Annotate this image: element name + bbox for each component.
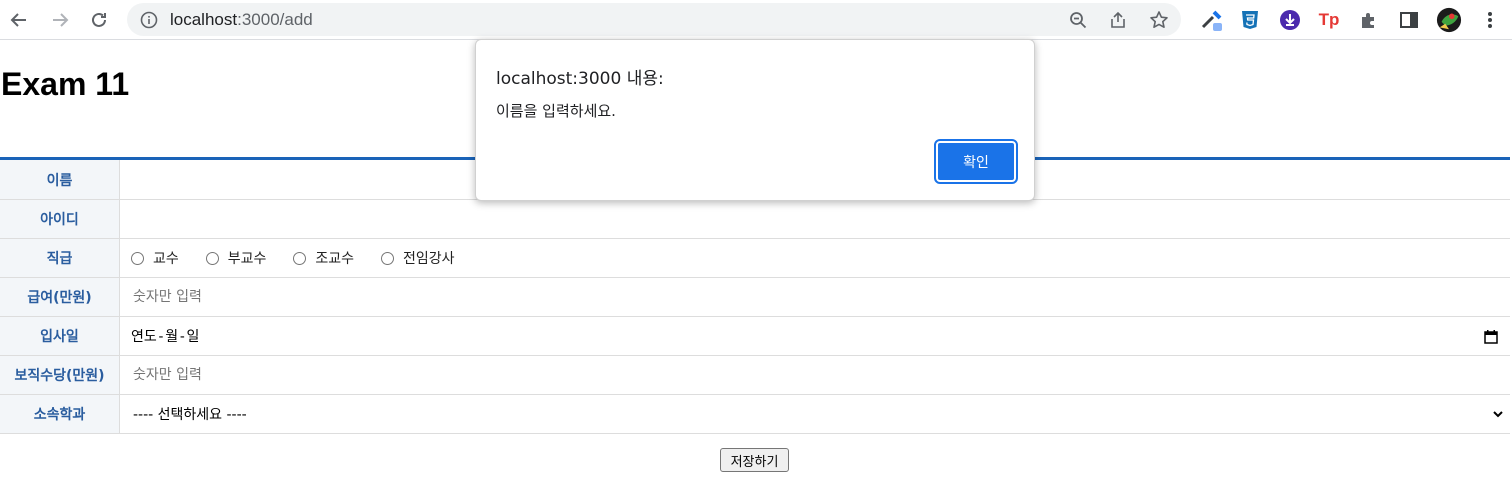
department-row: 소속학과 ---- 선택하세요 ---- (0, 395, 1510, 434)
radio-label: 조교수 (315, 251, 355, 267)
alert-dialog: localhost:3000 내용: 이름을 입력하세요. 확인 (475, 39, 1035, 201)
radio-label: 전임강사 (403, 251, 455, 267)
hire-date-row: 입사일 연도-월-일 (0, 317, 1510, 356)
profile-avatar-icon[interactable] (1436, 7, 1462, 33)
save-button[interactable]: 저장하기 (720, 448, 789, 472)
radio-associate-professor[interactable]: 부교수 (205, 248, 267, 268)
radio-professor[interactable]: 교수 (131, 248, 179, 268)
page-title: Exam 11 (1, 66, 130, 102)
back-icon[interactable] (5, 6, 33, 34)
puzzle-extensions-icon[interactable] (1356, 7, 1382, 33)
department-selected-value: ---- 선택하세요 ---- (133, 407, 247, 423)
chevron-down-icon[interactable] (1492, 407, 1504, 425)
department-label: 소속학과 (0, 395, 120, 433)
allowance-cell (120, 356, 1510, 394)
download-extension-icon[interactable] (1277, 7, 1303, 33)
browser-toolbar: localhost:3000/add Tp (0, 0, 1512, 40)
calendar-icon[interactable] (1484, 330, 1498, 344)
salary-input[interactable] (131, 282, 1510, 312)
salary-row: 급여(만원) (0, 278, 1510, 317)
url-text[interactable]: localhost:3000/add (170, 10, 313, 30)
hire-date-cell[interactable]: 연도-월-일 (120, 317, 1510, 355)
position-label: 직급 (0, 239, 120, 277)
hire-date-label: 입사일 (0, 317, 120, 355)
salary-cell (120, 278, 1510, 316)
id-input[interactable] (131, 204, 1510, 234)
radio-button[interactable] (205, 251, 219, 265)
share-icon[interactable] (1107, 9, 1129, 31)
hire-date-input[interactable]: 연도-월-일 (131, 326, 199, 346)
info-icon[interactable] (138, 9, 160, 31)
position-row: 직급 교수 부교수 조교수 전임강사 (0, 239, 1510, 278)
ok-button[interactable]: 확인 (934, 139, 1018, 184)
id-cell (120, 200, 1510, 238)
radio-button[interactable] (293, 251, 307, 265)
allowance-label: 보직수당(만원) (0, 356, 120, 394)
radio-button[interactable] (381, 251, 395, 265)
eyedropper-extension-icon[interactable] (1199, 7, 1225, 33)
position-radio-group: 교수 부교수 조교수 전임강사 (131, 248, 482, 268)
forward-icon[interactable] (46, 6, 74, 34)
radio-button[interactable] (131, 251, 144, 265)
salary-label: 급여(만원) (0, 278, 120, 316)
dialog-title: localhost:3000 내용: (496, 69, 664, 89)
allowance-row: 보직수당(만원) (0, 356, 1510, 395)
dialog-message: 이름을 입력하세요. (496, 102, 616, 120)
allowance-input[interactable] (131, 360, 1510, 390)
radio-assistant-professor[interactable]: 조교수 (293, 248, 354, 268)
id-row: 아이디 (0, 200, 1510, 239)
name-label: 이름 (0, 160, 120, 199)
position-cell: 교수 부교수 조교수 전임강사 (120, 239, 1510, 277)
department-select[interactable]: ---- 선택하세요 ---- (120, 395, 1510, 433)
radio-full-time-lecturer[interactable]: 전임강사 (381, 248, 455, 268)
address-bar[interactable]: localhost:3000/add (127, 3, 1181, 36)
bookmark-star-icon[interactable] (1148, 9, 1170, 31)
zoom-icon[interactable] (1067, 9, 1089, 31)
menu-dots-icon[interactable] (1477, 7, 1503, 33)
radio-label: 부교수 (227, 251, 267, 267)
radio-label: 교수 (153, 251, 179, 267)
side-panel-icon[interactable] (1396, 7, 1422, 33)
tp-extension-icon[interactable]: Tp (1316, 7, 1342, 33)
reload-icon[interactable] (85, 6, 113, 34)
css-extension-icon[interactable] (1237, 7, 1263, 33)
id-label: 아이디 (0, 200, 120, 238)
